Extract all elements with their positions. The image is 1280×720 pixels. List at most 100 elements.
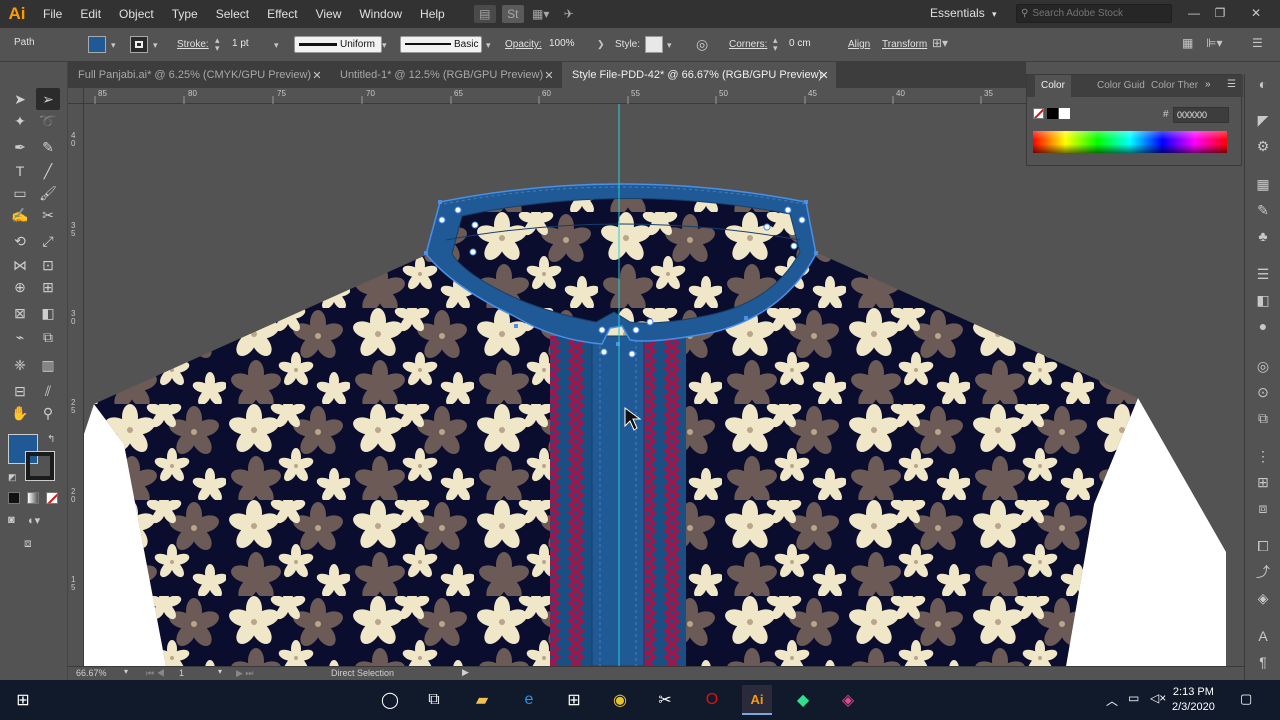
notification-icon[interactable]: ▢ (1240, 691, 1252, 707)
menu-help[interactable]: Help (411, 0, 454, 28)
gradient-tool-icon[interactable]: ◧ (36, 302, 60, 324)
blend-tool-icon[interactable]: ⧉ (36, 326, 60, 348)
store-icon[interactable]: ⊞ (561, 688, 587, 712)
isolate-icon[interactable]: ⊞▾ (932, 36, 948, 50)
stroke-profile-select[interactable]: Uniform (294, 36, 382, 53)
opacity-label[interactable]: Opacity: (505, 39, 542, 50)
panjabi-artwork[interactable] (84, 104, 1226, 666)
close-icon[interactable]: ✕ (817, 69, 831, 82)
arrange-icon[interactable]: ▦ (1182, 36, 1193, 50)
graphic-style-swatch[interactable] (645, 36, 663, 53)
magic-wand-tool-icon[interactable]: ✦ (8, 110, 32, 132)
stroke-swatch[interactable] (130, 36, 148, 53)
recolor-artwork-icon[interactable]: ◎ (696, 36, 708, 53)
gradient-mode-icon[interactable] (27, 492, 39, 504)
gpu-rocket-icon[interactable]: ✈ (558, 5, 580, 23)
tab-color-themes[interactable]: Color Ther (1145, 75, 1204, 97)
opacity-field[interactable]: 100% (545, 36, 595, 53)
chevron-down-icon[interactable]: ▾ (382, 40, 387, 51)
close-icon[interactable]: ✕ (1246, 4, 1266, 22)
artboard-canvas[interactable] (84, 104, 1226, 666)
chevron-down-icon[interactable]: ▾ (111, 40, 116, 51)
corners-label[interactable]: Corners: (729, 39, 767, 50)
volume-icon[interactable]: ◁× (1150, 691, 1166, 705)
edit-toolbar-icon[interactable]: ⧈ (24, 536, 32, 551)
transform-panel-icon[interactable]: ⊞ (1253, 472, 1273, 492)
pen-tool-icon[interactable]: ✒ (8, 136, 32, 158)
slice-tool-icon[interactable]: ⫽ (36, 380, 60, 402)
line-tool-icon[interactable]: ╱ (36, 160, 60, 182)
stock-icon[interactable]: St (501, 5, 524, 23)
symbol-sprayer-tool-icon[interactable]: ❈ (8, 354, 32, 376)
hand-tool-icon[interactable]: ✋ (8, 402, 32, 424)
panel-menu-icon[interactable]: ☰ (1227, 79, 1236, 90)
artboard-nav-next-icon[interactable]: ▶ ⏭ (236, 668, 254, 679)
stroke-panel-icon[interactable]: ☰ (1253, 264, 1273, 284)
chevron-down-icon[interactable]: ▾ (486, 40, 491, 51)
vertical-ruler[interactable]: 4 0 3 5 3 0 2 5 2 0 1 5 (68, 104, 84, 666)
tab-untitled-1[interactable]: Untitled-1* @ 12.5% (RGB/GPU Preview) (330, 62, 562, 88)
layers-panel-icon[interactable]: ⊙ (1253, 382, 1273, 402)
eyedropper-tool-icon[interactable]: ⌁ (8, 326, 32, 348)
stroke-weight-field[interactable]: 1 pt (228, 36, 288, 53)
graphic-styles-icon[interactable]: ◎ (1253, 356, 1273, 376)
artboard-tool-icon[interactable]: ⊟ (8, 380, 32, 402)
transparency-icon[interactable]: ◧ (1253, 290, 1273, 310)
black-swatch[interactable] (1047, 108, 1058, 119)
artboard-nav-prev-icon[interactable]: ⏮ ◀ (146, 668, 165, 679)
chevron-down-icon[interactable]: ▾ (153, 40, 158, 51)
task-view-icon[interactable]: ⧉ (421, 688, 447, 712)
network-icon[interactable]: ▭ (1128, 691, 1139, 705)
scissors-tool-icon[interactable]: ✂ (36, 204, 60, 226)
menu-effect[interactable]: Effect (258, 0, 306, 28)
close-icon[interactable]: ✕ (542, 69, 556, 82)
chevron-right-icon[interactable]: ▶ (462, 667, 469, 678)
lasso-tool-icon[interactable]: ➰ (36, 110, 60, 132)
draw-normal-icon[interactable]: ◙ (8, 514, 15, 526)
menu-file[interactable]: File (34, 0, 71, 28)
zoom-tool-icon[interactable]: ⚲ (36, 402, 60, 424)
menu-edit[interactable]: Edit (71, 0, 110, 28)
chevron-up-icon[interactable]: ︿ (1106, 692, 1118, 709)
stock-search-input[interactable] (1032, 8, 1163, 19)
workspace-switcher[interactable]: Essentials ▾ (930, 6, 997, 20)
menu-select[interactable]: Select (207, 0, 258, 28)
chevron-down-icon[interactable]: ▾ (274, 40, 279, 51)
menu-type[interactable]: Type (163, 0, 207, 28)
fill-swatch[interactable] (88, 36, 106, 53)
minimize-icon[interactable]: — (1184, 4, 1204, 22)
bridge-icon[interactable]: ▤ (473, 5, 496, 23)
shaper-tool-icon[interactable]: ✍ (8, 204, 32, 226)
shape-builder-tool-icon[interactable]: ⊕ (8, 276, 32, 298)
links-icon[interactable]: ⧠ (1253, 536, 1273, 556)
column-graph-tool-icon[interactable]: ▥ (36, 354, 60, 376)
white-swatch[interactable] (1059, 108, 1070, 119)
none-swatch[interactable] (1033, 108, 1044, 119)
app-icon[interactable]: ◆ (790, 688, 816, 712)
export-icon[interactable]: ⤴ (1253, 562, 1273, 582)
menu-object[interactable]: Object (110, 0, 163, 28)
tab-style-file[interactable]: Style File-PDD-42* @ 66.67% (RGB/GPU Pre… (562, 62, 836, 88)
close-icon[interactable]: ✕ (310, 69, 324, 82)
stock-search-box[interactable]: ⚲ (1016, 4, 1172, 23)
menu-window[interactable]: Window (350, 0, 411, 28)
symbols-icon[interactable]: ♣ (1253, 226, 1273, 246)
width-tool-icon[interactable]: ⋈ (8, 254, 32, 276)
swatches-icon[interactable]: ▦ (1253, 174, 1273, 194)
swap-colors-icon[interactable]: ↰ (47, 434, 55, 445)
chevron-right-icon[interactable]: ❯ (597, 39, 605, 50)
tab-full-panjabi[interactable]: Full Panjabi.ai* @ 6.25% (CMYK/GPU Previ… (68, 62, 330, 88)
chevron-down-icon[interactable]: ▾ (124, 667, 128, 676)
align-panel-icon[interactable]: ⋮ (1253, 446, 1273, 466)
tab-color-guide[interactable]: Color Guid (1091, 75, 1151, 97)
search-icon[interactable]: ◯ (377, 688, 403, 712)
ruler-origin[interactable] (68, 88, 84, 104)
illustrator-taskbar-icon[interactable]: Ai (742, 685, 772, 715)
recorder-icon[interactable]: ◈ (835, 688, 861, 712)
color-spectrum[interactable] (1033, 131, 1227, 153)
layers-icon[interactable]: ◈ (1253, 588, 1273, 608)
mesh-tool-icon[interactable]: ⊠ (8, 302, 32, 324)
color-mode-icon[interactable] (8, 492, 20, 504)
appearance-icon[interactable]: ● (1253, 316, 1273, 336)
screen-mode-icon[interactable]: ◐▾ (28, 514, 40, 527)
